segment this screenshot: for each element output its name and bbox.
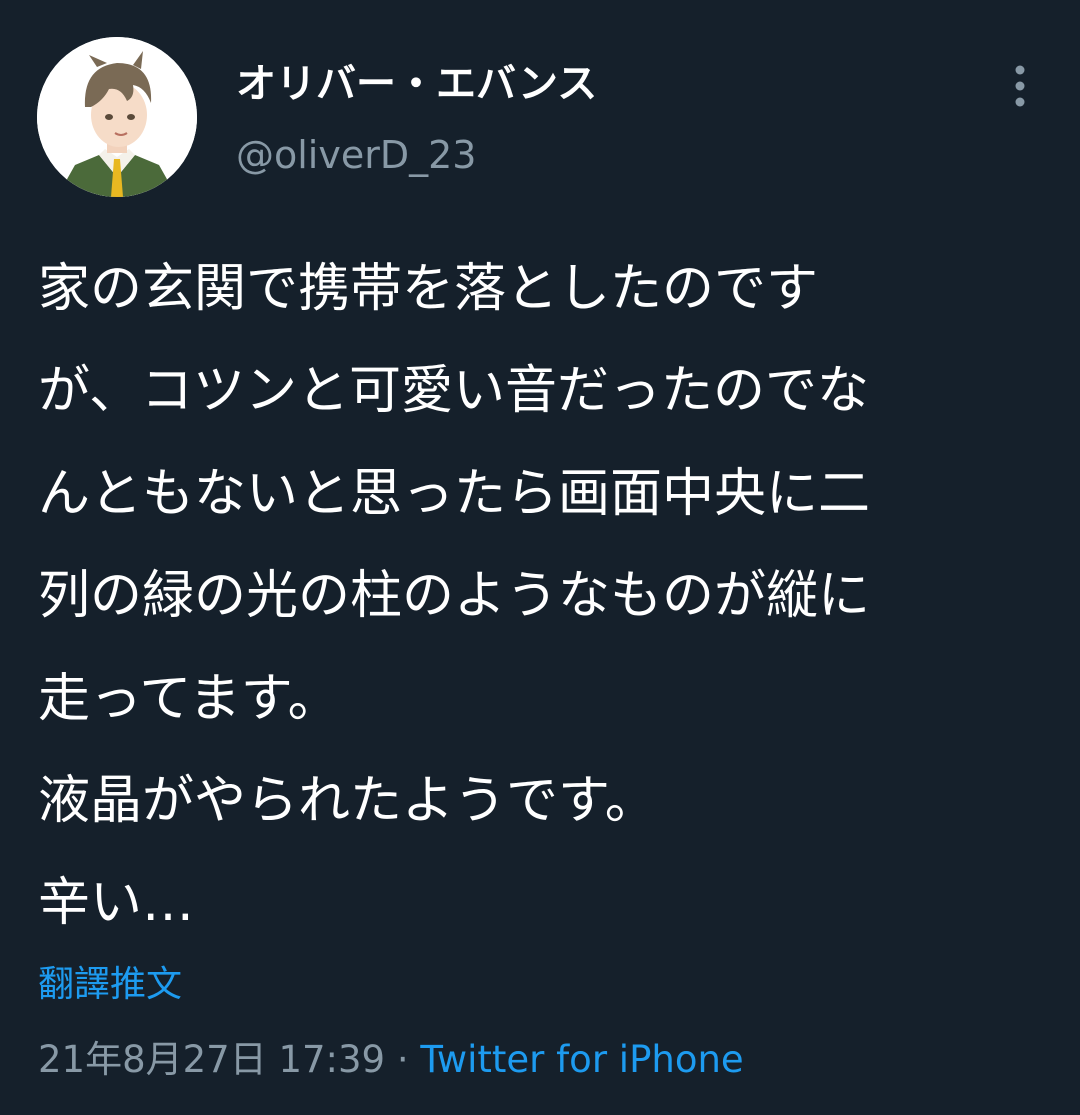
translate-tweet-link[interactable]: 翻譯推文 (38, 962, 182, 1008)
meta-separator: · (396, 1038, 409, 1081)
author-handle[interactable]: @oliverD_23 (236, 130, 476, 180)
more-vertical-icon[interactable] (1004, 62, 1036, 110)
tweet-timestamp[interactable]: 21年8月27日 17:39 (38, 1038, 385, 1081)
avatar[interactable] (37, 37, 197, 197)
tweet-detail: オリバー・エバンス @oliverD_23 家の玄関で携帯を落としたのです が、… (0, 0, 1080, 1115)
tweet-text: 家の玄関で携帯を落としたのです が、コツンと可愛い音だったのでな んともないと思… (38, 259, 871, 934)
author-display-name[interactable]: オリバー・エバンス (236, 58, 597, 110)
tweet-meta: 21年8月27日 17:39 · Twitter for iPhone (38, 1035, 744, 1085)
anime-character-avatar-icon (37, 37, 197, 197)
tweet-source-link[interactable]: Twitter for iPhone (420, 1038, 743, 1081)
